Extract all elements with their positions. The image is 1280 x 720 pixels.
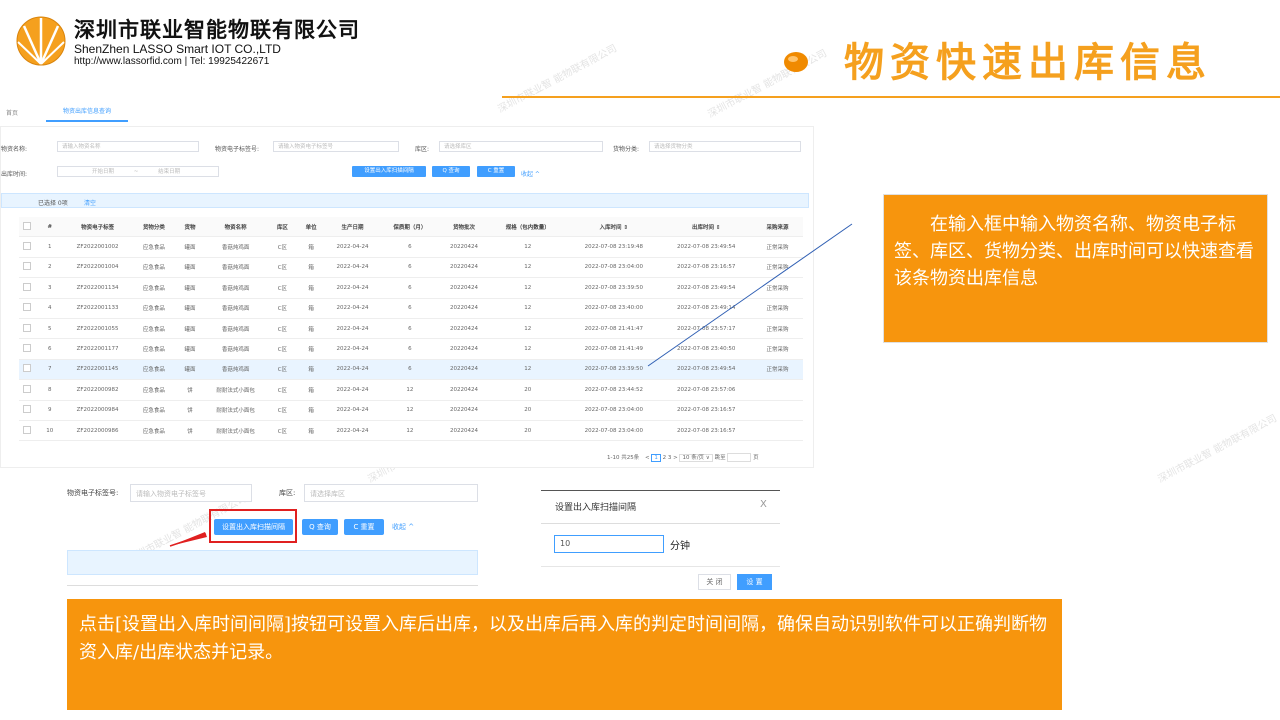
callout-pointer-line — [647, 223, 853, 367]
red-arrow-line — [169, 533, 207, 547]
annotation-overlay — [169, 223, 853, 547]
